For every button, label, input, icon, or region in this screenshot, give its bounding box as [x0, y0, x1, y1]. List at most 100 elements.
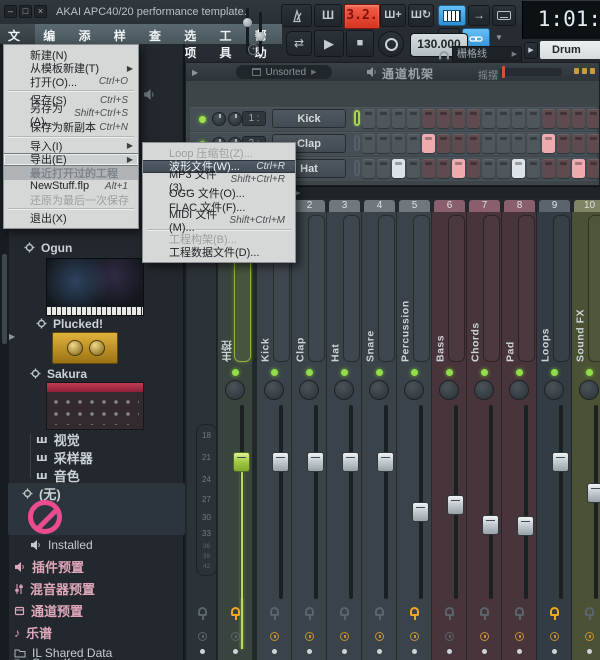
wait-for-input-button[interactable]: Ш — [314, 4, 342, 27]
step-cell-16[interactable] — [587, 159, 600, 178]
step-cell-1[interactable] — [362, 134, 375, 153]
browser-item-installed[interactable]: Installed — [30, 537, 93, 552]
mixer-strip-sound-fx[interactable]: Sound FX — [572, 212, 600, 660]
maximize-button[interactable]: □ — [19, 5, 32, 18]
pan-knob[interactable] — [404, 380, 424, 400]
step-cell-2[interactable] — [377, 109, 390, 128]
pattern-picker-button[interactable]: ▶ — [524, 42, 538, 59]
step-cell-4[interactable] — [407, 134, 420, 153]
step-cell-6[interactable] — [437, 134, 450, 153]
arm-icon[interactable] — [445, 607, 454, 616]
loop-record-button[interactable]: Ш↻ — [408, 4, 434, 27]
track-led[interactable] — [516, 369, 523, 376]
volume-fader[interactable] — [272, 452, 289, 472]
step-cell-12[interactable] — [527, 109, 540, 128]
swing-slider[interactable] — [500, 68, 562, 76]
browser-item-visual[interactable]: ш 视觉 — [36, 432, 80, 447]
mixer-strip-kick[interactable]: Kick — [257, 212, 292, 660]
arm-icon[interactable] — [305, 607, 314, 616]
volume-fader[interactable] — [233, 452, 250, 472]
volume-fader[interactable] — [552, 452, 569, 472]
step-cell-2[interactable] — [377, 134, 390, 153]
step-cell-9[interactable] — [482, 109, 495, 128]
step-cell-3[interactable] — [392, 134, 405, 153]
step-cell-4[interactable] — [407, 109, 420, 128]
browser-item-plucked[interactable]: Plucked! — [36, 316, 103, 331]
menu-item[interactable]: MIDI 文件(M)...Shift+Ctrl+M — [143, 214, 295, 228]
volume-fader[interactable] — [482, 515, 499, 535]
track-led[interactable] — [411, 369, 418, 376]
step-cell-1[interactable] — [362, 159, 375, 178]
typing-keyboard-button[interactable] — [492, 5, 516, 26]
menu-item[interactable]: 退出(X) — [4, 212, 138, 226]
mixer-strip-pad[interactable]: Pad — [502, 212, 537, 660]
dropdown-arrow-icon[interactable]: ▼ — [495, 33, 503, 42]
step-cell-11[interactable] — [512, 134, 525, 153]
plucked-thumbnail[interactable] — [52, 332, 118, 364]
browser-item-mixer-presets[interactable]: 混音器预置 — [14, 581, 95, 596]
next-arrow-button[interactable]: → — [468, 5, 490, 26]
step-cell-7[interactable] — [452, 134, 465, 153]
arm-icon[interactable] — [340, 607, 349, 616]
track-led[interactable] — [232, 369, 239, 376]
volume-fader[interactable] — [587, 483, 600, 503]
volume-fader[interactable] — [517, 516, 534, 536]
pan-knob[interactable] — [509, 380, 529, 400]
volume-fader[interactable] — [447, 495, 464, 515]
arm-icon[interactable] — [231, 607, 240, 616]
step-cell-1[interactable] — [362, 109, 375, 128]
menu-item[interactable]: 打开(O)...Ctrl+O — [4, 75, 138, 89]
menu-item[interactable]: 导入(I)▶ — [4, 139, 138, 153]
channel-group-selector[interactable]: Unsorted ▶ — [236, 65, 332, 79]
menubar-item-7[interactable]: 工具 — [212, 24, 247, 44]
track-led[interactable] — [271, 369, 278, 376]
step-cell-10[interactable] — [497, 159, 510, 178]
browser-item-sakura[interactable]: Sakura — [30, 366, 87, 381]
step-cell-5[interactable] — [422, 134, 435, 153]
step-cell-6[interactable] — [437, 159, 450, 178]
step-cell-8[interactable] — [467, 134, 480, 153]
browser-item-channel-presets[interactable]: 通道预置 — [14, 603, 83, 618]
menu-item[interactable]: 最近打开过的工程 — [4, 166, 138, 180]
channel-name-button[interactable]: Kick — [272, 109, 346, 128]
step-cell-10[interactable] — [497, 134, 510, 153]
mixer-strip-loops[interactable]: Loops — [537, 212, 572, 660]
menu-item[interactable]: 还原为最后一次保存 — [4, 193, 138, 207]
step-cell-2[interactable] — [377, 159, 390, 178]
menubar-item-1[interactable]: 文件 — [0, 24, 35, 44]
volume-fader[interactable] — [412, 502, 429, 522]
arm-icon[interactable] — [198, 607, 207, 616]
step-cell-10[interactable] — [497, 109, 510, 128]
piano-keyboard-button[interactable] — [438, 5, 466, 26]
step-cell-9[interactable] — [482, 159, 495, 178]
minimize-button[interactable]: – — [4, 5, 17, 18]
close-button[interactable]: × — [34, 5, 47, 18]
track-led[interactable] — [341, 369, 348, 376]
mixer-target-box[interactable]: 1 : — [242, 111, 266, 126]
menubar-item-3[interactable]: 添加 — [71, 24, 106, 44]
stop-button[interactable]: ■ — [346, 30, 374, 57]
step-cell-11[interactable] — [512, 109, 525, 128]
snap-selector[interactable]: 栅格线 ▶ — [452, 46, 522, 63]
volume-fader[interactable] — [307, 452, 324, 472]
step-cell-13[interactable] — [542, 159, 555, 178]
step-cell-5[interactable] — [422, 159, 435, 178]
menu-item[interactable]: 工程数据文件(D)... — [143, 246, 295, 260]
rack-collapse-arrow-icon[interactable]: ▶ — [192, 68, 198, 77]
mixer-strip-chords[interactable]: Chords — [467, 212, 502, 660]
browser-item-timbre[interactable]: ш 音色 — [36, 468, 80, 483]
mixer-strip-主控[interactable]: 主控 — [218, 212, 253, 660]
step-cell-14[interactable] — [557, 109, 570, 128]
pan-knob[interactable] — [212, 112, 226, 126]
pan-knob[interactable] — [334, 380, 354, 400]
song-pattern-toggle[interactable]: ⇄ — [286, 31, 312, 56]
step-cell-3[interactable] — [392, 109, 405, 128]
step-cell-3[interactable] — [392, 159, 405, 178]
step-cell-14[interactable] — [557, 134, 570, 153]
track-led[interactable] — [481, 369, 488, 376]
play-button[interactable]: ▶ — [314, 30, 344, 57]
arm-icon[interactable] — [515, 607, 524, 616]
pan-knob[interactable] — [299, 380, 319, 400]
mixer-strip-bass[interactable]: Bass — [432, 212, 467, 660]
step-cell-4[interactable] — [407, 159, 420, 178]
